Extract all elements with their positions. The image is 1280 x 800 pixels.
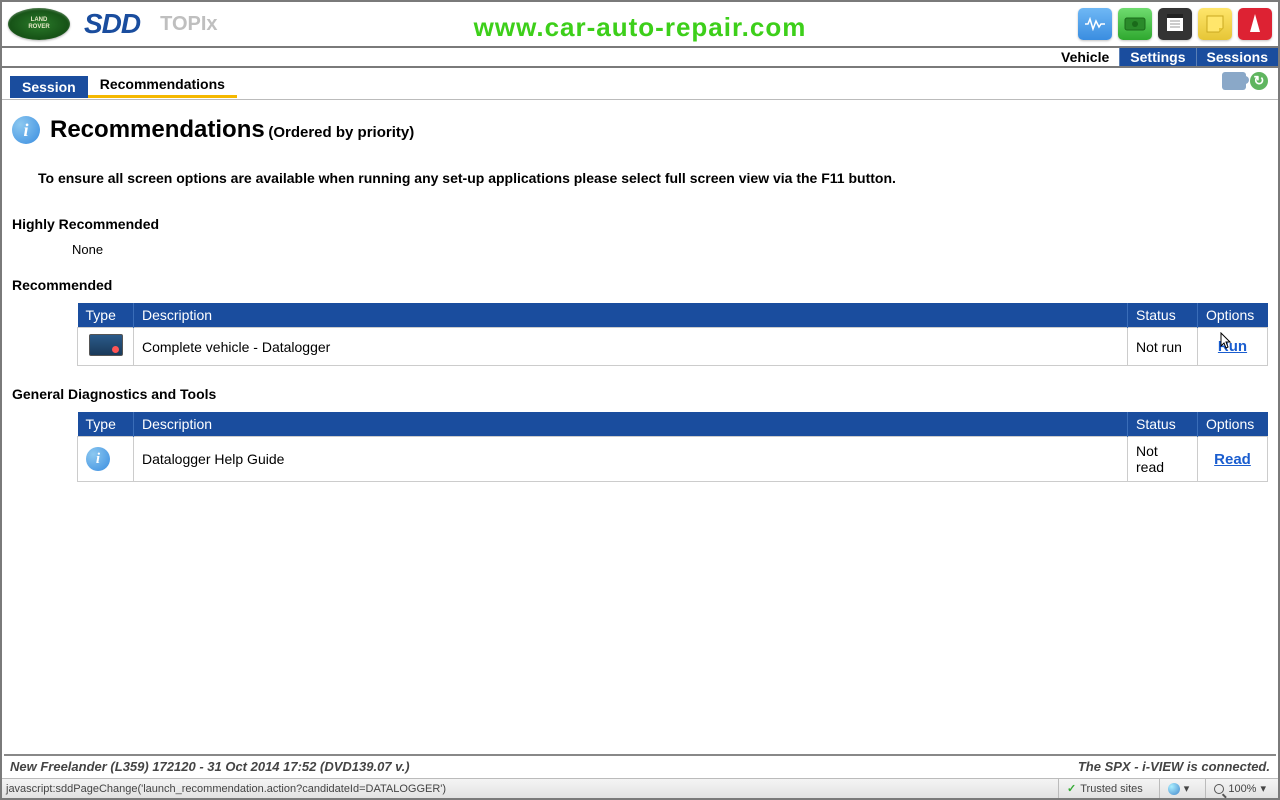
zoom-level: 100% [1228, 783, 1256, 795]
desc-cell: Complete vehicle - Datalogger [134, 328, 1128, 366]
table-row: i Datalogger Help Guide Not read Read [78, 437, 1268, 482]
tab-recommendations[interactable]: Recommendations [88, 73, 237, 98]
status-connection: The SPX - i-VIEW is connected. [1078, 759, 1270, 774]
desc-cell: Datalogger Help Guide [134, 437, 1128, 482]
section-general: General Diagnostics and Tools [12, 386, 1268, 402]
nav-sessions[interactable]: Sessions [1196, 48, 1278, 66]
status-cell: Not read [1128, 437, 1198, 482]
recommended-table: Type Description Status Options Complete… [77, 303, 1268, 366]
status-vehicle-info: New Freelander (L359) 172120 - 31 Oct 20… [10, 759, 410, 774]
type-cell [78, 328, 134, 366]
general-table: Type Description Status Options i Datalo… [77, 412, 1268, 482]
options-cell: Read [1198, 437, 1268, 482]
status-protected-mode[interactable]: ▾ [1159, 779, 1198, 798]
th-status: Status [1128, 303, 1198, 328]
zoom-control[interactable]: 100% ▾ [1205, 779, 1274, 798]
options-cell: Run [1198, 328, 1268, 366]
th-options: Options [1198, 412, 1268, 437]
magnifier-icon [1214, 784, 1224, 794]
status-js-url: javascript:sddPageChange('launch_recomme… [6, 783, 446, 795]
nav-vehicle[interactable]: Vehicle [1051, 48, 1119, 66]
page-title-row: i Recommendations (Ordered by priority) [12, 116, 1268, 144]
th-options: Options [1198, 303, 1268, 328]
dropdown-arrow-icon: ▾ [1260, 782, 1266, 795]
type-cell: i [78, 437, 134, 482]
status-security-zone: ✓ Trusted sites [1058, 779, 1151, 798]
tab-session[interactable]: Session [10, 76, 88, 98]
trusted-sites-label: Trusted sites [1080, 783, 1143, 795]
th-description: Description [134, 412, 1128, 437]
refresh-icon[interactable]: ↻ [1250, 72, 1268, 90]
read-link[interactable]: Read [1214, 451, 1251, 468]
info-icon: i [12, 116, 40, 144]
camera-icon[interactable] [1222, 72, 1246, 90]
run-link[interactable]: Run [1218, 338, 1247, 355]
th-status: Status [1128, 412, 1198, 437]
datalogger-type-icon [89, 334, 123, 356]
section-highly-recommended: Highly Recommended [12, 216, 1268, 232]
app-status-bar: New Freelander (L359) 172120 - 31 Oct 20… [4, 754, 1276, 776]
watermark-text: www.car-auto-repair.com [474, 12, 807, 43]
section-recommended: Recommended [12, 277, 1268, 293]
fire-extinguisher-icon[interactable] [1238, 8, 1272, 40]
notepad-icon[interactable] [1158, 8, 1192, 40]
app-topbar: LANDROVER SDD TOPIx www.car-auto-repair.… [2, 2, 1278, 46]
oscilloscope-icon[interactable] [1078, 8, 1112, 40]
dropdown-arrow-icon: ▾ [1184, 782, 1190, 795]
th-type: Type [78, 412, 134, 437]
highly-none: None [72, 242, 1268, 257]
page-subtitle: (Ordered by priority) [268, 124, 414, 141]
status-cell: Not run [1128, 328, 1198, 366]
th-description: Description [134, 303, 1128, 328]
globe-icon [1168, 783, 1180, 795]
nav-settings[interactable]: Settings [1119, 48, 1195, 66]
landrover-logo: LANDROVER [8, 8, 70, 40]
subtab-bar: Session Recommendations ↻ [2, 68, 1278, 100]
content-area: i Recommendations (Ordered by priority) … [2, 100, 1278, 512]
page-title: Recommendations [50, 116, 265, 143]
money-icon[interactable] [1118, 8, 1152, 40]
sdd-logo: SDD [84, 8, 140, 40]
topix-link[interactable]: TOPIx [160, 13, 217, 36]
browser-status-bar: javascript:sddPageChange('launch_recomme… [2, 778, 1278, 798]
checkmark-icon: ✓ [1067, 782, 1076, 795]
info-type-icon: i [86, 447, 110, 471]
main-nav: Vehicle Settings Sessions [2, 46, 1278, 68]
instruction-text: To ensure all screen options are availab… [38, 170, 1268, 186]
table-row: Complete vehicle - Datalogger Not run Ru… [78, 328, 1268, 366]
th-type: Type [78, 303, 134, 328]
sticky-note-icon[interactable] [1198, 8, 1232, 40]
topbar-icons [1078, 8, 1272, 40]
